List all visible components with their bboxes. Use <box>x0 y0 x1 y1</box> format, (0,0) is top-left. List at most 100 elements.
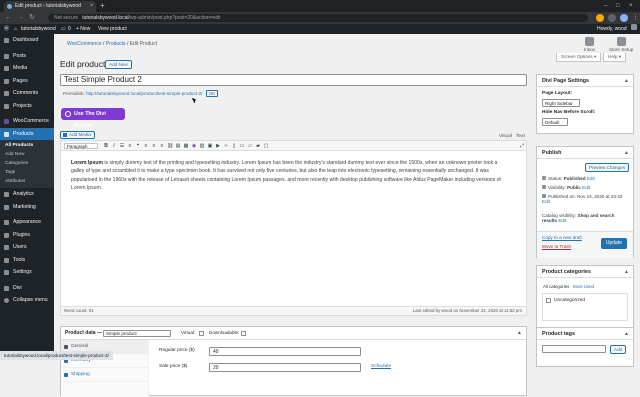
edit-status-link[interactable]: Edit <box>587 176 595 181</box>
sidebar-item-tools[interactable]: Tools <box>0 254 54 267</box>
sidebar-item-dashboard[interactable]: Dashboard <box>0 34 54 47</box>
downloadable-checkbox[interactable] <box>241 331 246 336</box>
collapse-arrow-icon[interactable]: ▲ <box>624 75 629 87</box>
sidebar-item-posts[interactable]: Posts <box>0 50 54 63</box>
submenu-categories[interactable]: Categories <box>0 159 54 168</box>
code-icon[interactable]: ‹› <box>223 143 229 149</box>
bulleted-list-icon[interactable]: ☰ <box>119 143 125 149</box>
close-tab-icon[interactable]: × <box>90 1 93 12</box>
howdy-user-link[interactable]: Howdy, wood <box>597 24 627 34</box>
tab-text[interactable]: Text <box>516 134 525 139</box>
wordpress-logo-icon[interactable]: Ⓦ <box>4 24 9 34</box>
submenu-all-products[interactable]: All Products <box>0 141 54 150</box>
collapse-arrow-icon[interactable]: ▲ <box>624 328 629 340</box>
submenu-attributes[interactable]: Attributes <box>0 177 54 186</box>
submenu-tags[interactable]: Tags <box>0 168 54 177</box>
avatar[interactable] <box>631 24 637 30</box>
align-right-icon[interactable]: ≡ <box>159 143 165 149</box>
browser-menu-icon[interactable]: ⋮ <box>632 12 639 24</box>
hide-nav-select[interactable]: Default <box>542 118 568 126</box>
tags-header[interactable]: Product tags ▲ <box>537 328 633 340</box>
link-icon[interactable]: ⛓ <box>167 143 173 149</box>
publish-header[interactable]: Publish ▲ <box>537 147 633 159</box>
sidebar-item-appearance[interactable]: Appearance <box>0 216 54 229</box>
inbox-button[interactable]: Inbox <box>584 37 595 52</box>
site-home-icon[interactable]: ⌂ <box>14 24 17 34</box>
collapse-arrow-icon[interactable]: ▲ <box>624 266 629 278</box>
address-bar[interactable]: Not secure tutorialsbywood.local/wp-admin… <box>48 14 588 22</box>
regular-price-input[interactable]: 40 <box>209 347 361 356</box>
breadcrumb-woocommerce[interactable]: WooCommerce <box>67 41 102 47</box>
tag-input[interactable] <box>542 345 606 353</box>
permalink-ok-button[interactable]: OK <box>205 90 219 97</box>
new-content-link[interactable]: + New <box>76 24 90 34</box>
table-icon[interactable]: ▥ <box>199 143 205 149</box>
sidebar-item-divi[interactable]: Divi <box>0 282 54 295</box>
preview-changes-button[interactable]: Preview Changes <box>585 163 630 172</box>
button-icon[interactable]: ▭ <box>239 143 245 149</box>
sidebar-item-projects[interactable]: Projects <box>0 100 54 113</box>
extension-icon[interactable] <box>608 14 616 22</box>
copy-draft-link[interactable]: Copy to a new draft <box>542 235 582 240</box>
sidebar-item-settings[interactable]: Settings <box>0 266 54 279</box>
collapse-arrow-icon[interactable]: ▲ <box>624 147 629 159</box>
blockquote-icon[interactable]: ❝ <box>135 143 141 149</box>
help-tab[interactable]: Help ▾ <box>603 53 627 62</box>
collapse-arrow-icon[interactable]: ▲ <box>517 327 522 339</box>
view-product-link[interactable]: View product <box>98 24 127 34</box>
tabs-icon[interactable]: ▱ <box>247 143 253 149</box>
close-window-icon[interactable]: × <box>629 0 633 12</box>
align-center-icon[interactable]: ≡ <box>151 143 157 149</box>
read-more-icon[interactable]: ▤ <box>175 143 181 149</box>
back-icon[interactable]: ← <box>5 12 12 24</box>
fullscreen-icon[interactable]: ⤢ <box>519 143 525 149</box>
divi-builder-button[interactable]: Use The Divi Builder <box>61 108 125 129</box>
maximize-icon[interactable]: □ <box>616 0 620 12</box>
align-left-icon[interactable]: ≡ <box>143 143 149 149</box>
sidebar-item-plugins[interactable]: Plugins <box>0 229 54 242</box>
schedule-link[interactable]: Schedule <box>371 364 391 369</box>
sidebar-item-products[interactable]: Products <box>0 127 54 140</box>
toggle-icon[interactable]: ▰ <box>255 143 261 149</box>
content-editor[interactable]: Paragraph B I ☰ ≡ ❝ ≡ ≡ ≡ ⛓ ▤ ▦ ◉ ▥ ▣ ▶ … <box>60 140 527 316</box>
sale-price-input[interactable]: 20 <box>209 363 361 372</box>
submenu-add-new[interactable]: Add New <box>0 150 54 159</box>
collapse-menu[interactable]: Collapse menu <box>0 294 54 307</box>
format-select[interactable]: Paragraph <box>64 143 98 149</box>
columns-icon[interactable]: ▯ <box>231 143 237 149</box>
extension-icon[interactable] <box>596 14 604 22</box>
minimize-icon[interactable]: – <box>604 0 607 12</box>
sidebar-item-comments[interactable]: Comments <box>0 87 54 100</box>
breadcrumb-products[interactable]: Products <box>106 41 126 47</box>
update-button[interactable]: Update <box>600 238 627 249</box>
toolbar-toggle-icon[interactable]: ▦ <box>183 143 189 149</box>
category-checkbox[interactable] <box>546 298 551 303</box>
sidebar-item-users[interactable]: Users <box>0 241 54 254</box>
product-type-select[interactable]: Simple product <box>103 330 171 337</box>
sidebar-item-media[interactable]: Media <box>0 62 54 75</box>
add-tag-button[interactable]: Add <box>610 345 627 354</box>
store-setup-button[interactable]: Store Setup <box>609 37 633 52</box>
profile-icon[interactable] <box>620 14 628 22</box>
box-icon[interactable]: ▢ <box>263 143 269 149</box>
virtual-checkbox[interactable] <box>199 331 204 336</box>
edit-visibility-link[interactable]: Edit <box>582 185 590 190</box>
image-icon[interactable]: ▣ <box>207 143 213 149</box>
tab-visual[interactable]: Visual <box>499 134 512 139</box>
divi-settings-header[interactable]: Divi Page Settings ▲ <box>537 75 633 87</box>
comments-count[interactable]: 0 <box>68 24 71 34</box>
tab-most-used[interactable]: Most Used <box>573 284 594 289</box>
categories-header[interactable]: Product categories ▲ <box>537 266 633 278</box>
page-layout-select[interactable]: Right Sidebar <box>542 99 580 107</box>
sidebar-item-marketing[interactable]: Marketing <box>0 201 54 214</box>
edit-catalog-link[interactable]: Edit <box>558 218 566 223</box>
post-title-input[interactable]: Test Simple Product 2 <box>60 74 527 86</box>
numbered-list-icon[interactable]: ≡ <box>127 143 133 149</box>
tab-all-categories[interactable]: All categories <box>543 284 569 289</box>
screen-options-tab[interactable]: Screen Options ▾ <box>556 53 602 62</box>
video-icon[interactable]: ▶ <box>215 143 221 149</box>
edit-date-link[interactable]: Edit <box>542 199 550 204</box>
site-name-link[interactable]: tutorialsbywood <box>21 24 56 34</box>
new-tab-icon[interactable]: + <box>100 1 105 11</box>
comments-icon[interactable]: ▭ <box>61 24 66 34</box>
